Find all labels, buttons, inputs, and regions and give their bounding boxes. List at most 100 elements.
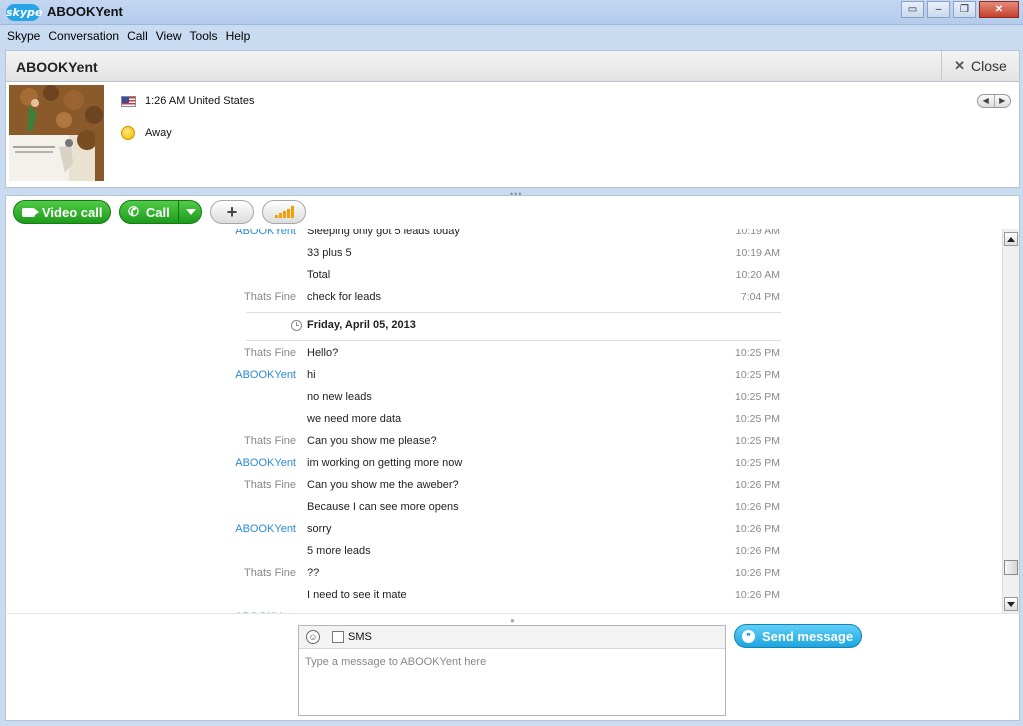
prev-arrow-icon[interactable]: ◀ xyxy=(978,95,995,107)
message-text: I need to see it mate xyxy=(307,589,407,601)
profile-panel: 1:26 AM United States Away ◀ ▶ xyxy=(5,82,1020,188)
message-time: 10:25 PM xyxy=(735,347,780,359)
message-row: ABOOKYent Sleeping only got 5 leads toda… xyxy=(6,229,1006,243)
window-close-button[interactable]: ✕ xyxy=(979,1,1019,18)
close-conversation-button[interactable]: ✕ Close xyxy=(941,51,1019,81)
chat-history[interactable]: ABOOKYent Sleeping only got 5 leads toda… xyxy=(5,229,1020,613)
menu-help[interactable]: Help xyxy=(222,26,255,46)
message-text: no new leads xyxy=(307,391,372,403)
message-compose-box: ☺ SMS Type a message to ABOOKYent here xyxy=(298,625,726,716)
message-text: sorry xyxy=(307,523,332,535)
message-time: 10:25 PM xyxy=(735,457,780,469)
date-label: Friday, April 05, 2013 xyxy=(307,319,416,331)
message-row: no new leads 10:25 PM xyxy=(6,387,1006,409)
message-time: 10:19 AM xyxy=(735,247,780,259)
us-flag-icon xyxy=(121,96,136,107)
message-time: 10:19 AM xyxy=(735,229,780,237)
message-time: 10:26 PM xyxy=(735,545,780,557)
message-sender[interactable]: Thats Fine xyxy=(244,567,296,579)
chat-bubble-icon: ❞ xyxy=(742,629,755,643)
message-list: ABOOKYent Sleeping only got 5 leads toda… xyxy=(6,229,1006,613)
chat-scrollbar[interactable] xyxy=(1002,229,1019,613)
phone-icon: ✆ xyxy=(128,204,139,219)
clock-icon xyxy=(291,320,302,331)
contact-name: ABOOKYent xyxy=(16,59,98,75)
message-time: 10:25 PM xyxy=(735,391,780,403)
message-sender[interactable]: ABOOKYent xyxy=(235,523,296,535)
message-time: 10:25 PM xyxy=(735,413,780,425)
call-button[interactable]: ✆ Call xyxy=(119,200,202,224)
contact-status: Away xyxy=(145,127,172,139)
message-text: Can you show me the aweber? xyxy=(307,479,459,491)
message-input[interactable]: Type a message to ABOOKYent here xyxy=(305,656,486,668)
message-text: Can you show me please? xyxy=(307,435,437,447)
message-row: Thats Fine Can you show me the aweber? 10:… xyxy=(6,475,1006,497)
add-button[interactable]: + xyxy=(210,200,254,224)
send-message-button[interactable]: ❞ Send message xyxy=(734,624,862,648)
message-time: 10:26 PM xyxy=(735,479,780,491)
close-label: Close xyxy=(971,58,1007,74)
title-bar: skype ABOOKYent ▭ – ❐ ✕ xyxy=(0,0,1023,25)
menu-tools[interactable]: Tools xyxy=(186,26,222,46)
message-row: Thats Fine Can you show me please? 10:25 P… xyxy=(6,431,1006,453)
message-row: Total 10:20 AM xyxy=(6,265,1006,287)
message-sender[interactable]: Thats Fine xyxy=(244,435,296,447)
message-text: 5 more leads xyxy=(307,545,371,557)
away-status-icon xyxy=(121,126,135,140)
window-controls: ▭ – ❐ ✕ xyxy=(898,1,1019,18)
menu-skype[interactable]: Skype xyxy=(3,26,44,46)
message-text: im working on getting more now xyxy=(307,457,463,469)
call-quality-button[interactable] xyxy=(262,200,306,224)
message-sender[interactable]: Thats Fine xyxy=(244,291,296,303)
call-options-dropdown[interactable] xyxy=(178,201,202,223)
next-arrow-icon[interactable]: ▶ xyxy=(995,95,1011,107)
date-separator: Friday, April 05, 2013 xyxy=(6,311,1006,341)
separator-line xyxy=(246,340,781,341)
message-sender[interactable]: ABOOKYent xyxy=(235,229,296,237)
sms-checkbox[interactable] xyxy=(332,631,344,643)
avatar[interactable] xyxy=(9,85,104,181)
menu-bar: Skype Conversation Call View Tools Help xyxy=(0,26,1023,46)
message-sender[interactable]: ABOOKYent xyxy=(235,457,296,469)
compose-area: ● ☺ SMS Type a message to ABOOKYent here… xyxy=(5,613,1020,721)
compact-view-button[interactable]: ▭ xyxy=(901,1,924,18)
message-sender[interactable]: Thats Fine xyxy=(244,479,296,491)
local-time-location: 1:26 AM United States xyxy=(145,95,255,107)
message-text: 33 plus 5 xyxy=(307,247,352,259)
profile-nav: ◀ ▶ xyxy=(977,94,1011,108)
message-row: 33 plus 5 10:19 AM xyxy=(6,243,1006,265)
message-text: hi xyxy=(307,369,316,381)
message-time: 10:25 PM xyxy=(735,369,780,381)
menu-conversation[interactable]: Conversation xyxy=(44,26,123,46)
message-sender[interactable]: ABOOKYent xyxy=(235,369,296,381)
message-text: Hello? xyxy=(307,347,339,359)
menu-call[interactable]: Call xyxy=(123,26,152,46)
scroll-up-button[interactable] xyxy=(1004,232,1018,246)
message-time: 10:26 PM xyxy=(735,501,780,513)
message-row: I need to see it mate 10:26 PM xyxy=(6,585,1006,607)
message-time: 10:25 PM xyxy=(735,435,780,447)
video-call-button[interactable]: Video call xyxy=(13,200,111,224)
video-call-label: Video call xyxy=(42,204,103,220)
message-time: 10:26 PM xyxy=(735,523,780,535)
send-label: Send message xyxy=(762,628,854,644)
message-text: Total xyxy=(307,269,331,281)
message-time: 7:04 PM xyxy=(740,291,780,303)
scroll-down-button[interactable] xyxy=(1004,597,1018,611)
message-sender[interactable]: Thats Fine xyxy=(244,347,296,359)
video-camera-icon xyxy=(22,207,39,217)
maximize-button[interactable]: ❐ xyxy=(953,1,976,18)
close-icon: ✕ xyxy=(954,58,966,73)
emoticon-icon[interactable]: ☺ xyxy=(306,630,320,644)
menu-view[interactable]: View xyxy=(152,26,186,46)
minimize-button[interactable]: – xyxy=(927,1,950,18)
contact-header: ABOOKYent ✕ Close xyxy=(5,50,1020,82)
scroll-thumb[interactable] xyxy=(1004,560,1018,575)
skype-logo: skype xyxy=(6,4,43,21)
action-bar: Video call ✆ Call + xyxy=(5,195,1020,229)
sms-label: SMS xyxy=(348,631,372,643)
compose-resize-grip[interactable]: ● xyxy=(510,616,515,625)
message-row: Thats Fine?? 10:26 PM xyxy=(6,563,1006,585)
message-row: we need more data 10:25 PM xyxy=(6,409,1006,431)
message-row: 5 more leads 10:26 PM xyxy=(6,541,1006,563)
